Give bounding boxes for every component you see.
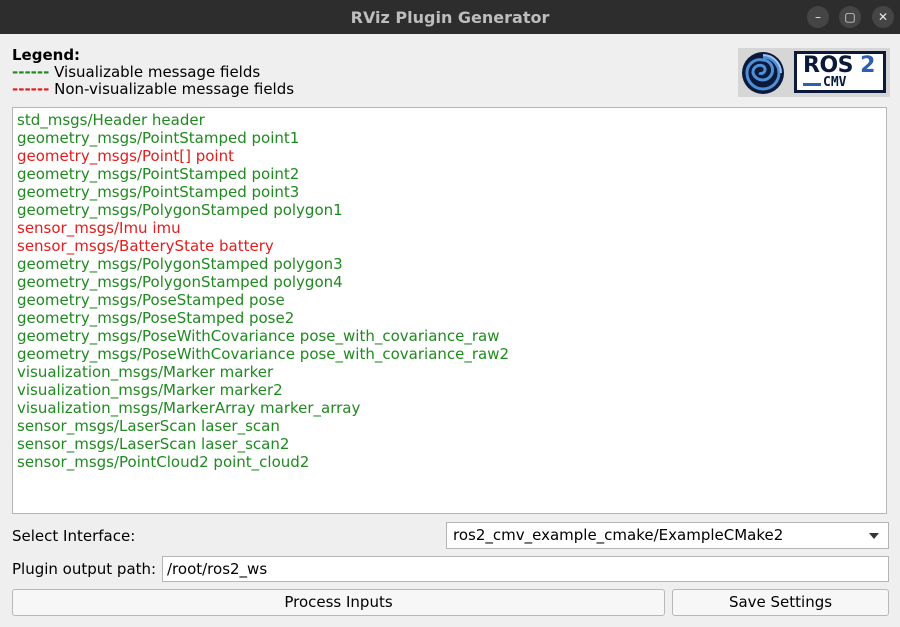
- field-item[interactable]: geometry_msgs/PolygonStamped polygon1: [17, 201, 343, 219]
- ros-two-text: 2: [860, 53, 875, 78]
- field-item[interactable]: geometry_msgs/PolygonStamped polygon4: [17, 273, 343, 291]
- process-inputs-button[interactable]: Process Inputs: [12, 589, 665, 616]
- chevron-down-icon[interactable]: [869, 533, 879, 539]
- ros2-cmv-logo: ROS 2 CMV: [738, 48, 890, 97]
- field-item[interactable]: sensor_msgs/LaserScan laser_scan: [17, 417, 280, 435]
- cmv-text: CMV: [823, 75, 847, 90]
- field-item[interactable]: geometry_msgs/PointStamped point1: [17, 129, 299, 147]
- output-path-label: Plugin output path:: [12, 560, 157, 578]
- field-item[interactable]: geometry_msgs/PointStamped point3: [17, 183, 299, 201]
- window-title: RViz Plugin Generator: [350, 8, 550, 27]
- field-item[interactable]: geometry_msgs/PoseStamped pose: [17, 291, 285, 309]
- legend-non-visualizable-text: Non-visualizable message fields: [49, 80, 295, 98]
- ros2-cmv-badge: ROS 2 CMV: [794, 51, 886, 93]
- field-item[interactable]: geometry_msgs/PolygonStamped polygon3: [17, 255, 343, 273]
- logo-dash: [803, 83, 821, 86]
- field-item[interactable]: sensor_msgs/LaserScan laser_scan2: [17, 435, 289, 453]
- minimize-button[interactable]: –: [807, 6, 829, 28]
- close-button[interactable]: ✕: [872, 6, 894, 28]
- field-item[interactable]: visualization_msgs/MarkerArray marker_ar…: [17, 399, 360, 417]
- field-item[interactable]: geometry_msgs/PoseWithCovariance pose_wi…: [17, 345, 509, 363]
- field-item[interactable]: geometry_msgs/PoseStamped pose2: [17, 309, 294, 327]
- legend-visualizable-text: Visualizable message fields: [49, 63, 261, 81]
- field-item[interactable]: geometry_msgs/PoseWithCovariance pose_wi…: [17, 327, 500, 345]
- legend-visualizable: ------ Visualizable message fields: [12, 64, 294, 81]
- field-item[interactable]: visualization_msgs/Marker marker: [17, 363, 273, 381]
- save-settings-button[interactable]: Save Settings: [672, 589, 889, 616]
- select-interface-label: Select Interface:: [12, 527, 136, 545]
- field-item[interactable]: visualization_msgs/Marker marker2: [17, 381, 283, 399]
- title-bar: RViz Plugin Generator – ▢ ✕: [0, 0, 900, 34]
- field-item[interactable]: sensor_msgs/BatteryState battery: [17, 237, 274, 255]
- output-path-input[interactable]: [162, 556, 889, 582]
- field-item[interactable]: std_msgs/Header header: [17, 111, 205, 129]
- swirl-logo-icon: [742, 52, 784, 94]
- legend-non-visualizable: ------ Non-visualizable message fields: [12, 81, 294, 98]
- app-window: RViz Plugin Generator – ▢ ✕ Legend: ----…: [0, 0, 900, 627]
- field-item[interactable]: sensor_msgs/Imu imu: [17, 219, 181, 237]
- field-item[interactable]: geometry_msgs/Point[] point: [17, 147, 234, 165]
- red-dash-marker: ------: [12, 80, 50, 98]
- legend: Legend: ------ Visualizable message fiel…: [12, 47, 294, 98]
- green-dash-marker: ------: [12, 63, 50, 81]
- interface-select[interactable]: ros2_cmv_example_cmake/ExampleCMake2: [446, 522, 889, 549]
- maximize-button[interactable]: ▢: [839, 6, 861, 28]
- message-fields-list[interactable]: std_msgs/Header header geometry_msgs/Poin…: [12, 107, 887, 514]
- legend-title: Legend:: [12, 46, 81, 64]
- field-item[interactable]: sensor_msgs/PointCloud2 point_cloud2: [17, 453, 309, 471]
- interface-select-value: ros2_cmv_example_cmake/ExampleCMake2: [453, 526, 784, 544]
- field-item[interactable]: geometry_msgs/PointStamped point2: [17, 165, 299, 183]
